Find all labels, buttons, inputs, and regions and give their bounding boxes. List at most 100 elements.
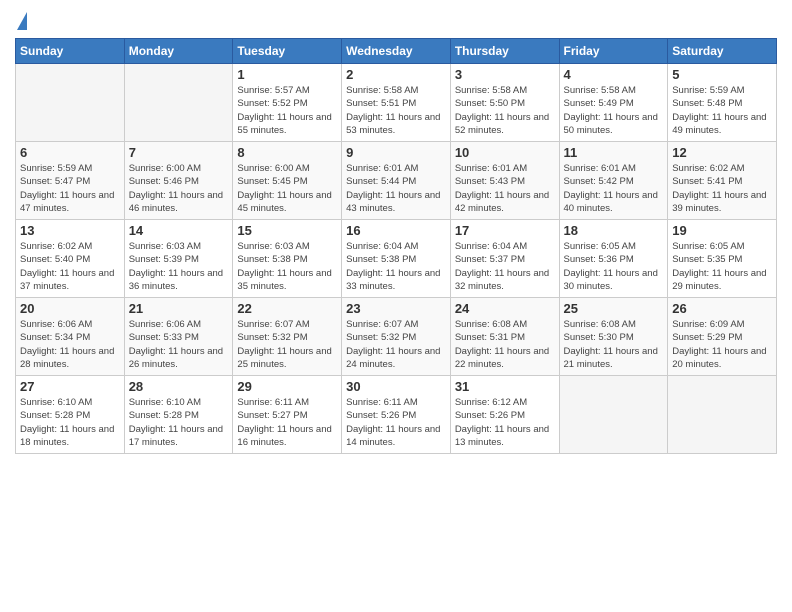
day-number: 24 xyxy=(455,301,555,316)
day-number: 13 xyxy=(20,223,120,238)
day-info: Sunrise: 5:59 AM Sunset: 5:48 PM Dayligh… xyxy=(672,84,772,137)
calendar-cell: 27 Sunrise: 6:10 AM Sunset: 5:28 PM Dayli… xyxy=(16,376,125,454)
calendar-cell: 28 Sunrise: 6:10 AM Sunset: 5:28 PM Dayli… xyxy=(124,376,233,454)
calendar-cell: 15 Sunrise: 6:03 AM Sunset: 5:38 PM Dayli… xyxy=(233,220,342,298)
day-number: 30 xyxy=(346,379,446,394)
logo-triangle-icon xyxy=(17,12,27,30)
calendar-cell: 10 Sunrise: 6:01 AM Sunset: 5:43 PM Dayli… xyxy=(450,142,559,220)
day-number: 19 xyxy=(672,223,772,238)
day-info: Sunrise: 6:04 AM Sunset: 5:38 PM Dayligh… xyxy=(346,240,446,293)
day-number: 29 xyxy=(237,379,337,394)
day-number: 23 xyxy=(346,301,446,316)
day-header-friday: Friday xyxy=(559,39,668,64)
calendar-header xyxy=(15,10,777,30)
calendar-week-row: 1 Sunrise: 5:57 AM Sunset: 5:52 PM Daylig… xyxy=(16,64,777,142)
calendar-cell: 5 Sunrise: 5:59 AM Sunset: 5:48 PM Daylig… xyxy=(668,64,777,142)
calendar-cell: 9 Sunrise: 6:01 AM Sunset: 5:44 PM Daylig… xyxy=(342,142,451,220)
day-number: 18 xyxy=(564,223,664,238)
day-info: Sunrise: 6:07 AM Sunset: 5:32 PM Dayligh… xyxy=(346,318,446,371)
day-info: Sunrise: 6:06 AM Sunset: 5:34 PM Dayligh… xyxy=(20,318,120,371)
calendar-cell xyxy=(124,64,233,142)
calendar-cell xyxy=(559,376,668,454)
day-header-monday: Monday xyxy=(124,39,233,64)
calendar-cell: 26 Sunrise: 6:09 AM Sunset: 5:29 PM Dayli… xyxy=(668,298,777,376)
calendar-cell: 25Sunrise: 6:08 AM Sunset: 5:30 PM Dayli… xyxy=(559,298,668,376)
day-number: 15 xyxy=(237,223,337,238)
calendar-cell: 21Sunrise: 6:06 AM Sunset: 5:33 PM Dayli… xyxy=(124,298,233,376)
calendar-cell: 18 Sunrise: 6:05 AM Sunset: 5:36 PM Dayli… xyxy=(559,220,668,298)
calendar-cell: 2 Sunrise: 5:58 AM Sunset: 5:51 PM Daylig… xyxy=(342,64,451,142)
calendar-cell: 8 Sunrise: 6:00 AM Sunset: 5:45 PM Daylig… xyxy=(233,142,342,220)
day-info: Sunrise: 5:58 AM Sunset: 5:50 PM Dayligh… xyxy=(455,84,555,137)
day-info: Sunrise: 6:01 AM Sunset: 5:43 PM Dayligh… xyxy=(455,162,555,215)
day-info: Sunrise: 6:10 AM Sunset: 5:28 PM Dayligh… xyxy=(129,396,229,449)
day-number: 9 xyxy=(346,145,446,160)
day-info: Sunrise: 6:05 AM Sunset: 5:36 PM Dayligh… xyxy=(564,240,664,293)
calendar-cell: 16Sunrise: 6:04 AM Sunset: 5:38 PM Dayli… xyxy=(342,220,451,298)
day-info: Sunrise: 5:58 AM Sunset: 5:51 PM Dayligh… xyxy=(346,84,446,137)
calendar-cell: 29 Sunrise: 6:11 AM Sunset: 5:27 PM Dayli… xyxy=(233,376,342,454)
day-number: 2 xyxy=(346,67,446,82)
day-number: 31 xyxy=(455,379,555,394)
day-header-wednesday: Wednesday xyxy=(342,39,451,64)
day-info: Sunrise: 6:02 AM Sunset: 5:40 PM Dayligh… xyxy=(20,240,120,293)
days-header-row: SundayMondayTuesdayWednesdayThursdayFrid… xyxy=(16,39,777,64)
day-info: Sunrise: 6:05 AM Sunset: 5:35 PM Dayligh… xyxy=(672,240,772,293)
day-number: 25 xyxy=(564,301,664,316)
calendar-cell: 19 Sunrise: 6:05 AM Sunset: 5:35 PM Dayli… xyxy=(668,220,777,298)
day-info: Sunrise: 6:03 AM Sunset: 5:39 PM Dayligh… xyxy=(129,240,229,293)
day-info: Sunrise: 5:59 AM Sunset: 5:47 PM Dayligh… xyxy=(20,162,120,215)
day-number: 17 xyxy=(455,223,555,238)
calendar-week-row: 20 Sunrise: 6:06 AM Sunset: 5:34 PM Dayli… xyxy=(16,298,777,376)
day-number: 27 xyxy=(20,379,120,394)
day-number: 7 xyxy=(129,145,229,160)
calendar-cell: 20 Sunrise: 6:06 AM Sunset: 5:34 PM Dayli… xyxy=(16,298,125,376)
day-header-tuesday: Tuesday xyxy=(233,39,342,64)
day-number: 26 xyxy=(672,301,772,316)
day-info: Sunrise: 6:03 AM Sunset: 5:38 PM Dayligh… xyxy=(237,240,337,293)
day-info: Sunrise: 6:06 AM Sunset: 5:33 PM Dayligh… xyxy=(129,318,229,371)
day-info: Sunrise: 6:00 AM Sunset: 5:45 PM Dayligh… xyxy=(237,162,337,215)
day-number: 8 xyxy=(237,145,337,160)
calendar-cell: 4Sunrise: 5:58 AM Sunset: 5:49 PM Daylig… xyxy=(559,64,668,142)
calendar-cell: 24 Sunrise: 6:08 AM Sunset: 5:31 PM Dayli… xyxy=(450,298,559,376)
day-number: 10 xyxy=(455,145,555,160)
day-number: 3 xyxy=(455,67,555,82)
calendar-cell: 6 Sunrise: 5:59 AM Sunset: 5:47 PM Daylig… xyxy=(16,142,125,220)
day-info: Sunrise: 6:02 AM Sunset: 5:41 PM Dayligh… xyxy=(672,162,772,215)
day-info: Sunrise: 6:11 AM Sunset: 5:27 PM Dayligh… xyxy=(237,396,337,449)
day-info: Sunrise: 6:10 AM Sunset: 5:28 PM Dayligh… xyxy=(20,396,120,449)
calendar-cell: 17 Sunrise: 6:04 AM Sunset: 5:37 PM Dayli… xyxy=(450,220,559,298)
day-header-saturday: Saturday xyxy=(668,39,777,64)
day-info: Sunrise: 6:08 AM Sunset: 5:31 PM Dayligh… xyxy=(455,318,555,371)
day-info: Sunrise: 5:58 AM Sunset: 5:49 PM Dayligh… xyxy=(564,84,664,137)
day-header-sunday: Sunday xyxy=(16,39,125,64)
calendar-cell: 14 Sunrise: 6:03 AM Sunset: 5:39 PM Dayli… xyxy=(124,220,233,298)
calendar-week-row: 6 Sunrise: 5:59 AM Sunset: 5:47 PM Daylig… xyxy=(16,142,777,220)
day-info: Sunrise: 6:00 AM Sunset: 5:46 PM Dayligh… xyxy=(129,162,229,215)
calendar-cell: 3 Sunrise: 5:58 AM Sunset: 5:50 PM Daylig… xyxy=(450,64,559,142)
day-info: Sunrise: 6:01 AM Sunset: 5:42 PM Dayligh… xyxy=(564,162,664,215)
calendar-cell: 11 Sunrise: 6:01 AM Sunset: 5:42 PM Dayli… xyxy=(559,142,668,220)
day-info: Sunrise: 6:04 AM Sunset: 5:37 PM Dayligh… xyxy=(455,240,555,293)
calendar-cell xyxy=(16,64,125,142)
day-header-thursday: Thursday xyxy=(450,39,559,64)
calendar-cell: 31Sunrise: 6:12 AM Sunset: 5:26 PM Dayli… xyxy=(450,376,559,454)
day-number: 28 xyxy=(129,379,229,394)
day-number: 1 xyxy=(237,67,337,82)
day-number: 5 xyxy=(672,67,772,82)
day-number: 14 xyxy=(129,223,229,238)
calendar-week-row: 27 Sunrise: 6:10 AM Sunset: 5:28 PM Dayli… xyxy=(16,376,777,454)
day-info: Sunrise: 5:57 AM Sunset: 5:52 PM Dayligh… xyxy=(237,84,337,137)
day-info: Sunrise: 6:01 AM Sunset: 5:44 PM Dayligh… xyxy=(346,162,446,215)
logo xyxy=(15,14,27,30)
day-info: Sunrise: 6:07 AM Sunset: 5:32 PM Dayligh… xyxy=(237,318,337,371)
calendar-cell: 12 Sunrise: 6:02 AM Sunset: 5:41 PM Dayli… xyxy=(668,142,777,220)
day-number: 12 xyxy=(672,145,772,160)
calendar-cell: 30Sunrise: 6:11 AM Sunset: 5:26 PM Dayli… xyxy=(342,376,451,454)
day-number: 11 xyxy=(564,145,664,160)
day-number: 20 xyxy=(20,301,120,316)
day-number: 6 xyxy=(20,145,120,160)
day-info: Sunrise: 6:09 AM Sunset: 5:29 PM Dayligh… xyxy=(672,318,772,371)
calendar-cell: 23 Sunrise: 6:07 AM Sunset: 5:32 PM Dayli… xyxy=(342,298,451,376)
